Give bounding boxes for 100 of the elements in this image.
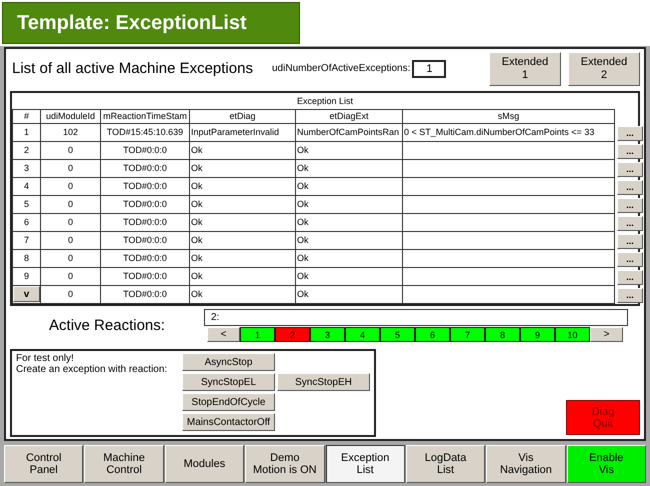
details-button[interactable]: ... [617, 144, 643, 159]
column-header: sMsg [402, 109, 614, 124]
table-cell: 0 [40, 213, 100, 232]
nav-tab[interactable]: Exception List [326, 445, 405, 483]
table-cell: Ok [296, 195, 402, 214]
table-cell: TOD#0:0:0 [100, 159, 190, 178]
table-cell: 4 [12, 177, 40, 196]
table-cell: TOD#15:45:10.639 [100, 123, 190, 142]
table-cell: TOD#0:0:0 [100, 141, 190, 160]
details-button[interactable]: ... [617, 216, 643, 231]
reaction-button[interactable]: AsyncStop [182, 353, 275, 372]
table-cell: TOD#0:0:0 [100, 231, 190, 250]
page-heading: List of all active Machine Exceptions [12, 60, 253, 78]
table-cell: 1 [12, 123, 40, 142]
nav-tab[interactable]: LogData List [406, 445, 486, 483]
page-button[interactable]: 1 [240, 327, 275, 342]
column-header: # [12, 109, 40, 124]
table-cell: 0 [40, 249, 100, 268]
table-cell: 3 [12, 159, 40, 178]
table-cell: 7 [12, 231, 40, 250]
row-button[interactable]: v [14, 286, 40, 302]
table-cell: Ok [190, 195, 296, 214]
nav-tab[interactable]: Enable Vis [566, 445, 646, 483]
nav-tab[interactable]: Modules [164, 445, 244, 483]
column-header: etDiagExt [296, 109, 402, 124]
reactions-label: Active Reactions: [48, 316, 166, 336]
reaction-button[interactable]: MainsContactorOff [182, 413, 275, 432]
column-header: udiModuleId [40, 109, 100, 124]
table-cell: Ok [190, 249, 296, 268]
table-cell: Ok [190, 141, 296, 160]
table-cell: TOD#0:0:0 [100, 249, 190, 268]
count-label: udiNumberOfActiveExceptions: [272, 63, 410, 74]
details-button[interactable]: ... [617, 180, 643, 195]
table-cell: TOD#0:0:0 [100, 195, 190, 214]
table-cell: Ok [190, 285, 296, 304]
table-cell: InputParameterInvalid [190, 123, 296, 142]
table-cell: TOD#0:0:0 [100, 213, 190, 232]
reaction-button[interactable]: SyncStopEL [182, 373, 275, 392]
test-note: For test only! Create an exception with reaction: [16, 353, 168, 378]
table-cell: Ok [296, 159, 402, 178]
table-cell: 0 [40, 267, 100, 286]
table-cell: Ok [296, 267, 402, 286]
extended-button[interactable]: Extended 2 [568, 52, 640, 86]
count-field: 1 [412, 60, 446, 78]
nav-tab[interactable]: Vis Navigation [486, 445, 566, 483]
previous-button[interactable]: < [207, 327, 240, 342]
details-button[interactable]: ... [617, 198, 643, 213]
table-cell: Ok [190, 267, 296, 286]
details-button[interactable]: ... [617, 270, 643, 285]
table-cell: TOD#0:0:0 [100, 285, 190, 304]
table-cell: Ok [296, 285, 402, 304]
table-cell: 0 [40, 285, 100, 304]
header-title: Template: ExceptionList [2, 2, 300, 44]
page-button[interactable]: 3 [310, 327, 345, 342]
details-button[interactable]: ... [617, 234, 643, 249]
table-cell: 102 [40, 123, 100, 142]
table-cell: Ok [296, 177, 402, 196]
table-cell: Ok [190, 213, 296, 232]
details-button[interactable]: ... [617, 162, 643, 177]
nav-tab[interactable]: Machine Control [84, 445, 164, 483]
nav-tab[interactable]: Control Panel [4, 445, 84, 483]
extended-button[interactable]: Extended 1 [489, 52, 561, 86]
table-cell: 0 [40, 159, 100, 178]
table-cell: Ok [190, 159, 296, 178]
page-button[interactable]: 8 [485, 327, 520, 342]
page-button[interactable]: 7 [450, 327, 485, 342]
column-header: etDiag [190, 109, 296, 124]
table-cell: 5 [12, 195, 40, 214]
table-cell: 2 [12, 141, 40, 160]
next-button[interactable]: > [590, 327, 623, 342]
details-button[interactable]: ... [617, 252, 643, 267]
reaction-button[interactable]: StopEndOfCycle [182, 393, 275, 412]
page-button[interactable]: 10 [555, 327, 590, 342]
table-cell: 6 [12, 213, 40, 232]
table-cell: Ok [296, 249, 402, 268]
table-cell: 8 [12, 249, 40, 268]
column-header: mReactionTimeStam [100, 109, 190, 124]
table-cell: TOD#0:0:0 [100, 177, 190, 196]
nav-tab[interactable]: Demo Motion is ON [245, 445, 324, 483]
table-cell: 0 [40, 195, 100, 214]
details-button[interactable]: ... [617, 288, 643, 303]
table-cell: Ok [296, 141, 402, 160]
table-cell: 0 [40, 141, 100, 160]
page-button[interactable]: 4 [345, 327, 380, 342]
table-cell: Ok [296, 231, 402, 250]
table-title: Exception List [296, 94, 354, 108]
page-button[interactable]: 6 [415, 327, 450, 342]
table-cell: 0 < ST_MultiCam.diNumberOfCamPoints <= 33 [402, 123, 614, 142]
table-cell: Ok [190, 177, 296, 196]
table-cell: NumberOfCamPointsRan [296, 123, 402, 142]
table-cell: 0 [40, 177, 100, 196]
page-button[interactable]: 2 [275, 327, 310, 342]
details-button[interactable]: ... [617, 126, 643, 141]
table-cell: TOD#0:0:0 [100, 267, 190, 286]
reactions-field: 2: [204, 309, 628, 326]
table-cell: Ok [190, 231, 296, 250]
page-button[interactable]: 9 [520, 327, 555, 342]
page-button[interactable]: 5 [380, 327, 415, 342]
table-cell: 9 [12, 267, 40, 286]
reaction-button[interactable]: SyncStopEH [277, 373, 370, 392]
